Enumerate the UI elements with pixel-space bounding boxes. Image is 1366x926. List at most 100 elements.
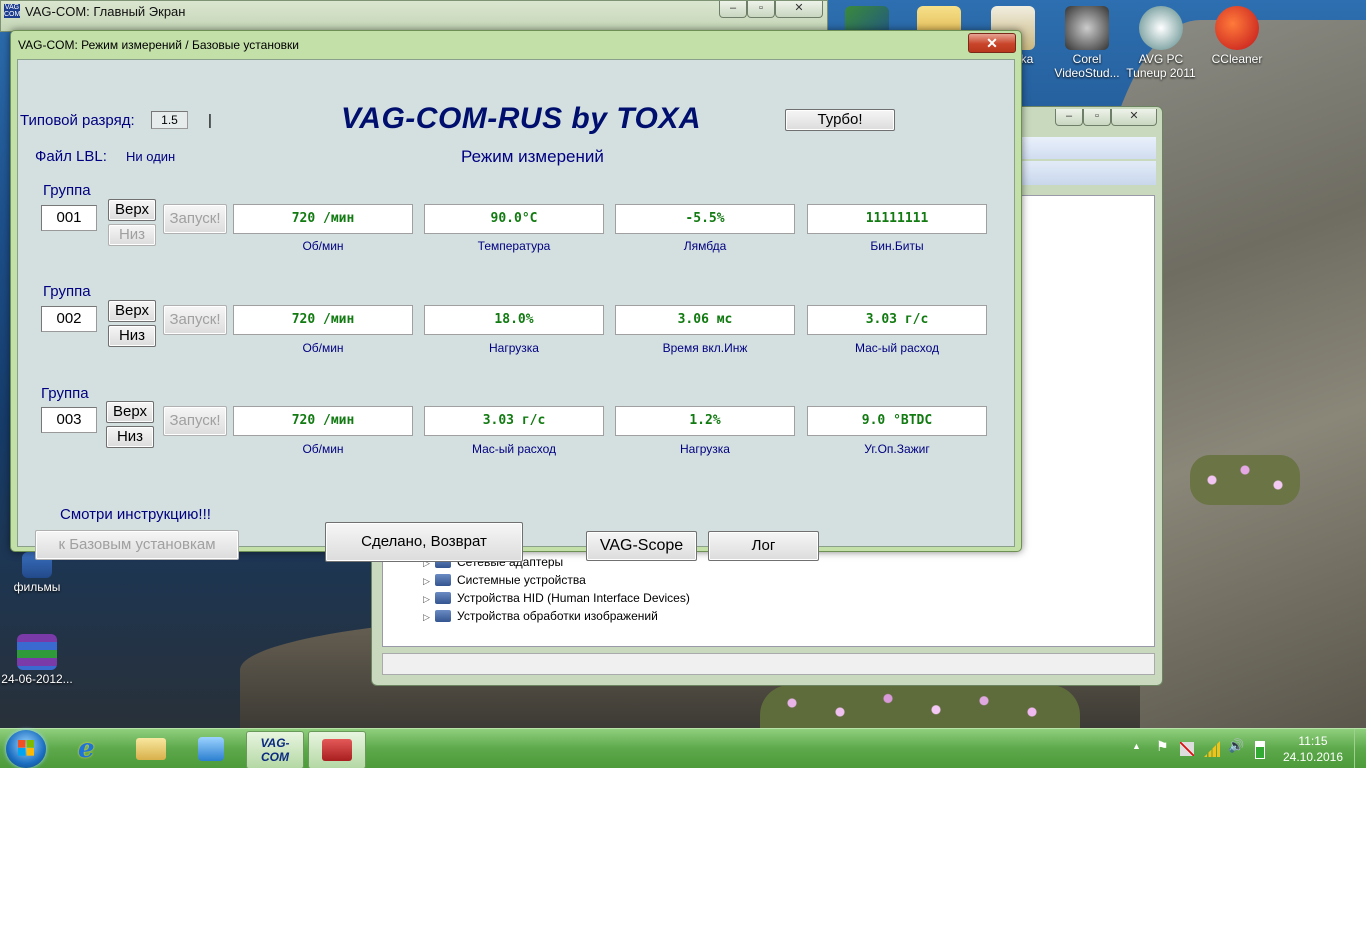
desktop: ka Corel VideoStud... AVG PC Tuneup 2011… (0, 0, 1366, 768)
vagcom-taskbar-icon: VAG- COM (260, 736, 290, 764)
desktop-wallpaper-flowers (760, 685, 1080, 730)
taskbar: e VAG- COM ▲ ⚑ 🔊 11:15 24.10.2016 (0, 728, 1366, 768)
expand-arrow-icon[interactable]: ▷ (423, 572, 435, 590)
value-caption: Об/мин (302, 341, 344, 355)
system-device-icon (435, 574, 451, 586)
hid-device-icon (435, 592, 451, 604)
desktop-icon-label: CCleaner (1211, 52, 1263, 66)
type-label: Типовой разряд: (20, 112, 135, 129)
network-status-icon[interactable] (1180, 742, 1194, 756)
winrar-archive-icon (17, 634, 57, 670)
tree-item-hid[interactable]: ▷ Устройства HID (Human Interface Devices… (423, 589, 690, 607)
show-desktop-button[interactable] (1354, 729, 1366, 768)
taskbar-toolbox[interactable] (308, 731, 366, 768)
down-button[interactable]: Низ (106, 426, 154, 448)
value-field: 720 /мин (233, 204, 413, 234)
value-caption: Нагрузка (489, 341, 539, 355)
tree-item-label: Устройства HID (Human Interface Devices) (457, 591, 690, 605)
value-caption: Время вкл.Инж (662, 341, 748, 355)
value-caption: Температура (477, 239, 551, 253)
value-field: -5.5% (615, 204, 795, 234)
expand-arrow-icon[interactable]: ▷ (423, 608, 435, 626)
file-explorer-icon (136, 738, 166, 760)
toolbar[interactable] (1022, 161, 1156, 185)
menu-bar[interactable] (1022, 137, 1156, 159)
type-value: 1.5 (151, 111, 188, 129)
down-button[interactable]: Низ (108, 224, 156, 246)
done-return-button[interactable]: Сделано, Возврат (325, 522, 523, 562)
group-label: Группа (43, 182, 91, 199)
clock-time: 11:15 (1298, 734, 1328, 748)
desktop-icon-label: 24-06-2012... (1, 672, 73, 686)
desktop-icon-archive[interactable]: 24-06-2012... (0, 634, 74, 686)
tree-item-label: Устройства обработки изображений (457, 609, 658, 623)
desktop-icon-label: Corel VideoStud... (1054, 52, 1120, 80)
group-number-input[interactable]: 003 (41, 407, 97, 433)
desktop-icon-label: AVG PC Tuneup 2011 (1126, 52, 1196, 80)
value-field: 720 /мин (233, 305, 413, 335)
basic-settings-button[interactable]: к Базовым установкам (35, 530, 239, 560)
media-player-icon (198, 737, 224, 761)
windows-logo-icon (18, 740, 34, 756)
brand-title: VAG-COM-RUS by TOXA (341, 102, 702, 135)
vag-scope-button[interactable]: VAG-Scope (586, 531, 697, 561)
value-caption: Об/мин (302, 239, 344, 253)
turbo-button[interactable]: Турбо! (785, 109, 895, 131)
internet-explorer-icon: e (78, 734, 95, 764)
vagcom-main-window[interactable]: VAG COM VAG-COM: Главный Экран – ▫ ✕ (0, 0, 828, 32)
start-button[interactable]: Запуск! (163, 406, 227, 436)
measuring-dialog[interactable]: VAG-COM: Режим измерений / Базовые устан… (10, 30, 1022, 562)
group-label: Группа (43, 283, 91, 300)
desktop-icon-label: ka (1020, 52, 1034, 66)
volume-icon[interactable]: 🔊 (1228, 738, 1244, 754)
taskbar-vagcom[interactable]: VAG- COM (246, 731, 304, 768)
signal-strength-icon[interactable] (1204, 741, 1220, 757)
battery-icon[interactable] (1255, 741, 1265, 759)
tree-item-imaging[interactable]: ▷ Устройства обработки изображений (423, 607, 658, 625)
desktop-icon-avg[interactable]: AVG PC Tuneup 2011 (1124, 6, 1198, 80)
expand-arrow-icon[interactable]: ▷ (423, 590, 435, 608)
mode-title: Режим измерений (461, 147, 604, 166)
value-field: 3.06 мс (615, 305, 795, 335)
minimize-button[interactable]: – (719, 1, 747, 18)
value-field: 3.03 г/с (807, 305, 987, 335)
log-button[interactable]: Лог (708, 531, 819, 561)
lbl-file-value: Ни один (126, 149, 176, 164)
desktop-wallpaper-flowers-right (1190, 455, 1300, 505)
taskbar-ie[interactable]: e (64, 731, 120, 767)
up-button[interactable]: Верх (106, 401, 154, 423)
maximize-button[interactable]: ▫ (1083, 109, 1111, 126)
show-hidden-icons-button[interactable]: ▲ (1132, 741, 1141, 751)
start-button[interactable]: Запуск! (163, 305, 227, 335)
taskbar-media-player[interactable] (184, 731, 240, 767)
ccleaner-icon (1215, 6, 1259, 50)
desktop-icon-corel[interactable]: Corel VideoStud... (1050, 6, 1124, 80)
imaging-device-icon (435, 610, 451, 622)
dialog-title: VAG-COM: Режим измерений / Базовые устан… (18, 38, 299, 52)
desktop-icon-label: фильмы (13, 580, 61, 594)
value-caption: Уг.Оп.Зажиг (864, 442, 930, 456)
video-camera-icon (1065, 6, 1109, 50)
group-number-input[interactable]: 002 (41, 306, 97, 332)
action-center-flag-icon[interactable]: ⚑ (1156, 738, 1169, 755)
maximize-button[interactable]: ▫ (747, 1, 775, 18)
up-button[interactable]: Верх (108, 199, 156, 221)
up-button[interactable]: Верх (108, 300, 156, 322)
desktop-icon-ccleaner[interactable]: CCleaner (1200, 6, 1274, 66)
start-button[interactable]: Запуск! (163, 204, 227, 234)
value-field: 18.0% (424, 305, 604, 335)
close-button[interactable]: ✕ (775, 1, 823, 18)
start-button[interactable] (6, 730, 46, 768)
tree-item-system[interactable]: ▷ Системные устройства (423, 571, 586, 589)
avg-tuneup-icon (1139, 6, 1183, 50)
down-button[interactable]: Низ (108, 325, 156, 347)
close-button[interactable]: ✕ (968, 33, 1016, 53)
minimize-button[interactable]: – (1055, 109, 1083, 126)
value-caption: Лямбда (683, 239, 727, 253)
taskbar-explorer[interactable] (124, 731, 180, 767)
value-field: 3.03 г/с (424, 406, 604, 436)
close-button[interactable]: ✕ (1111, 109, 1157, 126)
clock-date: 24.10.2016 (1282, 750, 1344, 764)
clock[interactable]: 11:15 24.10.2016 (1276, 734, 1350, 764)
group-number-input[interactable]: 001 (41, 205, 97, 231)
